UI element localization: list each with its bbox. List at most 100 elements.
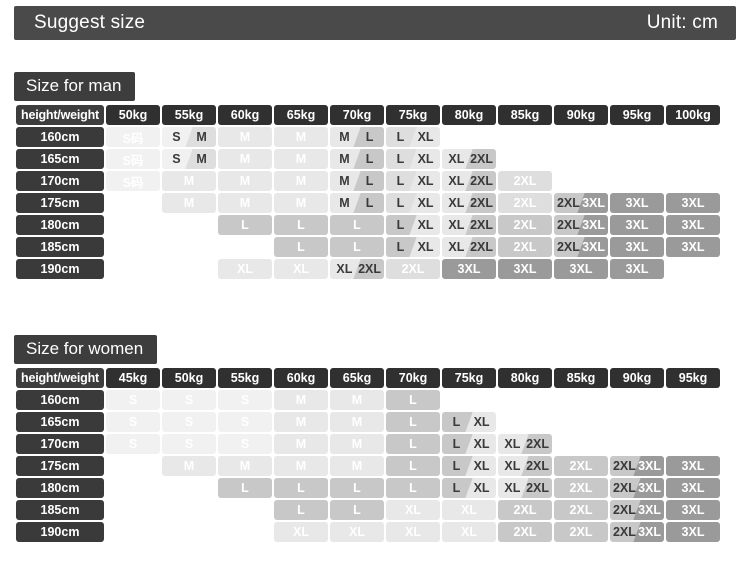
women-height-header-175cm: 175cm bbox=[16, 456, 104, 476]
women-cell-170cm-75kg: L XL bbox=[442, 434, 496, 454]
men-cell-185cm-80kg-left-value: XL bbox=[448, 240, 465, 254]
women-cell-160cm-45kg: S bbox=[106, 390, 160, 410]
women-cell-165cm-85kg bbox=[554, 412, 608, 432]
women-cell-160cm-80kg bbox=[498, 390, 552, 410]
men-table-body: 160cm S码 S M M M M L L XL 165cm S码 S M M M M L L XL XL 2XL 170… bbox=[16, 127, 720, 279]
men-cell-165cm-55kg: SM bbox=[162, 149, 216, 169]
men-cell-170cm-70kg-left-value: M bbox=[339, 174, 350, 188]
men-height-header-170cm: 170cm bbox=[16, 171, 104, 191]
men-cell-190cm-75kg: 2XL bbox=[386, 259, 440, 279]
men-cell-170cm-80kg-right-value: 2XL bbox=[470, 174, 494, 188]
men-cell-190cm-100kg bbox=[666, 259, 720, 279]
women-cell-160cm-95kg bbox=[666, 390, 720, 410]
women-cell-170cm-45kg: S bbox=[106, 434, 160, 454]
women-cell-170cm-50kg: S bbox=[162, 434, 216, 454]
men-cell-165cm-100kg bbox=[666, 149, 720, 169]
women-height-header-180cm: 180cm bbox=[16, 478, 104, 498]
men-cell-170cm-75kg-left-value: L bbox=[396, 174, 405, 188]
women-cell-185cm-90kg-right-value: 3XL bbox=[638, 503, 662, 517]
men-weight-header-65kg: 65kg bbox=[274, 105, 328, 125]
women-cell-175cm-75kg-left-value: L bbox=[452, 459, 461, 473]
women-cell-170cm-90kg bbox=[610, 434, 664, 454]
men-cell-170cm-75kg-right-value: XL bbox=[417, 174, 434, 188]
women-height-header-160cm: 160cm bbox=[16, 390, 104, 410]
women-cell-180cm-80kg-left-value: XL bbox=[504, 481, 521, 495]
men-weight-header-95kg: 95kg bbox=[610, 105, 664, 125]
men-cell-160cm-75kg-right-value: XL bbox=[417, 130, 434, 144]
women-cell-165cm-80kg bbox=[498, 412, 552, 432]
men-cell-165cm-70kg-left-value: M bbox=[339, 152, 350, 166]
women-cell-180cm-75kg: L XL bbox=[442, 478, 496, 498]
women-cell-175cm-90kg-left-value: 2XL bbox=[612, 459, 636, 473]
men-cell-175cm-65kg: M bbox=[274, 193, 328, 213]
women-height-header-185cm: 185cm bbox=[16, 500, 104, 520]
men-cell-185cm-55kg bbox=[162, 237, 216, 257]
women-cell-165cm-50kg: S bbox=[162, 412, 216, 432]
men-cell-160cm-70kg: ML bbox=[330, 127, 384, 147]
men-cell-185cm-90kg-right-value: 3XL bbox=[582, 240, 606, 254]
women-cell-175cm-90kg: 2XL 3XL bbox=[610, 456, 664, 476]
women-cell-180cm-95kg: 3XL bbox=[666, 478, 720, 498]
men-table-head: height/weight 50kg 55kg 60kg 65kg 70kg 75kg 80… bbox=[16, 105, 720, 125]
table-row: 165cm S码 S M M M M L L XL XL 2XL bbox=[16, 149, 720, 169]
men-weight-header-60kg: 60kg bbox=[218, 105, 272, 125]
women-cell-185cm-65kg: L bbox=[330, 500, 384, 520]
men-cell-190cm-90kg: 3XL bbox=[554, 259, 608, 279]
men-cell-175cm-85kg: 2XL bbox=[498, 193, 552, 213]
women-cell-175cm-80kg-right-value: 2XL bbox=[526, 459, 550, 473]
men-cell-180cm-90kg: 2XL 3XL bbox=[554, 215, 608, 235]
women-cell-160cm-55kg: S bbox=[218, 390, 272, 410]
women-weight-header-65kg: 65kg bbox=[330, 368, 384, 388]
women-cell-175cm-80kg: XL 2XL bbox=[498, 456, 552, 476]
women-cell-175cm-85kg: 2XL bbox=[554, 456, 608, 476]
men-cell-175cm-75kg: L XL bbox=[386, 193, 440, 213]
men-cell-180cm-90kg-left-value: 2XL bbox=[556, 218, 580, 232]
men-cell-160cm-65kg: M bbox=[274, 127, 328, 147]
women-weight-header-85kg: 85kg bbox=[554, 368, 608, 388]
men-cell-160cm-90kg bbox=[554, 127, 608, 147]
men-cell-175cm-55kg: M bbox=[162, 193, 216, 213]
men-cell-175cm-50kg bbox=[106, 193, 160, 213]
men-cell-190cm-70kg: XL 2XL bbox=[330, 259, 384, 279]
women-cell-185cm-95kg: 3XL bbox=[666, 500, 720, 520]
women-cell-170cm-75kg-left-value: L bbox=[452, 437, 461, 451]
women-cell-185cm-70kg: XL bbox=[386, 500, 440, 520]
men-cell-165cm-95kg bbox=[610, 149, 664, 169]
men-cell-170cm-100kg bbox=[666, 171, 720, 191]
women-cell-175cm-55kg: M bbox=[218, 456, 272, 476]
men-cell-160cm-100kg bbox=[666, 127, 720, 147]
women-cell-185cm-90kg-left-value: 2XL bbox=[612, 503, 636, 517]
women-cell-160cm-65kg: M bbox=[330, 390, 384, 410]
men-cell-185cm-50kg bbox=[106, 237, 160, 257]
men-cell-165cm-70kg: ML bbox=[330, 149, 384, 169]
women-cell-160cm-90kg bbox=[610, 390, 664, 410]
men-cell-160cm-85kg bbox=[498, 127, 552, 147]
men-cell-185cm-100kg: 3XL bbox=[666, 237, 720, 257]
men-cell-180cm-75kg-right-value: XL bbox=[417, 218, 434, 232]
women-cell-180cm-50kg bbox=[162, 478, 216, 498]
women-cell-180cm-90kg-left-value: 2XL bbox=[612, 481, 636, 495]
women-section-tab: Size for women bbox=[14, 335, 158, 364]
women-cell-170cm-80kg-right-value: 2XL bbox=[526, 437, 550, 451]
men-cell-170cm-70kg: ML bbox=[330, 171, 384, 191]
women-cell-180cm-60kg: L bbox=[274, 478, 328, 498]
men-corner-label: height/weight bbox=[16, 105, 104, 125]
women-cell-180cm-70kg: L bbox=[386, 478, 440, 498]
women-cell-180cm-80kg: XL 2XL bbox=[498, 478, 552, 498]
men-cell-190cm-85kg: 3XL bbox=[498, 259, 552, 279]
men-cell-165cm-55kg-left-value: S bbox=[172, 152, 181, 166]
women-cell-175cm-75kg: L XL bbox=[442, 456, 496, 476]
women-corner-label: height/weight bbox=[16, 368, 104, 388]
men-height-header-180cm: 180cm bbox=[16, 215, 104, 235]
women-cell-180cm-80kg-right-value: 2XL bbox=[526, 481, 550, 495]
men-cell-165cm-50kg: S码 bbox=[106, 149, 160, 169]
table-row: 180cm L L L L L XL XL 2XL 2XL 2XL 3XL 3XL bbox=[16, 478, 720, 498]
women-cell-185cm-50kg bbox=[162, 500, 216, 520]
men-cell-185cm-90kg-left-value: 2XL bbox=[556, 240, 580, 254]
table-row: 170cm S码 M M M M L L XL XL 2XL 2XL bbox=[16, 171, 720, 191]
men-cell-175cm-75kg-left-value: L bbox=[396, 196, 405, 210]
women-cell-160cm-75kg bbox=[442, 390, 496, 410]
men-cell-160cm-55kg-left-value: S bbox=[172, 130, 181, 144]
men-cell-165cm-80kg-right-value: 2XL bbox=[470, 152, 494, 166]
men-height-header-165cm: 165cm bbox=[16, 149, 104, 169]
